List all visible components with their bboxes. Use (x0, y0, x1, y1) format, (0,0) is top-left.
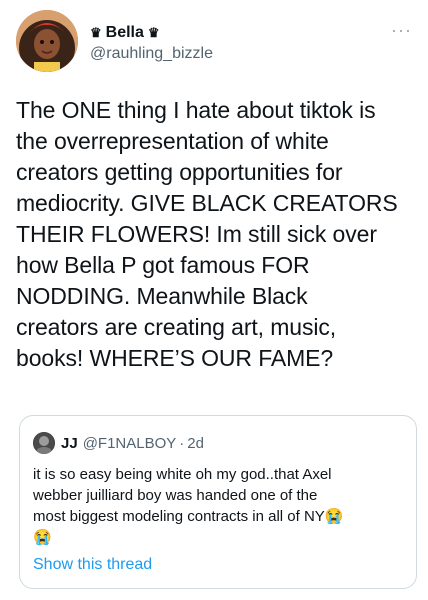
quoted-tweet-header: JJ @F1NALBOY · 2d (33, 432, 204, 454)
author-handle[interactable]: @rauhling_bizzle (90, 44, 213, 64)
show-thread-link[interactable]: Show this thread (33, 556, 152, 574)
tweet-header: ♛ Bella ♛ @rauhling_bizzle ··· (16, 10, 412, 72)
quoted-author-name: JJ (61, 434, 78, 452)
quoted-time[interactable]: 2d (187, 435, 204, 452)
quoted-tweet[interactable]: JJ @F1NALBOY · 2d it is so easy being wh… (19, 415, 417, 589)
quoted-avatar[interactable] (33, 432, 55, 454)
author-block[interactable]: ♛ Bella ♛ @rauhling_bizzle (90, 23, 213, 64)
quoted-tweet-text: it is so easy being white oh my god..tha… (33, 464, 405, 548)
quoted-avatar-image (33, 432, 55, 454)
display-name[interactable]: ♛ Bella ♛ (90, 23, 213, 43)
author-name: Bella (105, 24, 144, 41)
tweet-text: The ONE thing I hate about tiktok is the… (16, 97, 398, 371)
quoted-author-handle: @F1NALBOY (82, 434, 177, 452)
crying-face-icon: 😭 (33, 529, 52, 546)
crying-face-icon: 😭 (324, 508, 344, 525)
avatar[interactable] (16, 10, 78, 72)
crown-icon: ♛ (90, 25, 102, 40)
avatar-illustration (16, 10, 78, 72)
quoted-text-body: it is so easy being white oh my god..tha… (33, 466, 332, 525)
separator-dot: · (179, 434, 185, 452)
more-options-icon[interactable]: ··· (391, 20, 412, 41)
crown-icon: ♛ (147, 25, 160, 40)
